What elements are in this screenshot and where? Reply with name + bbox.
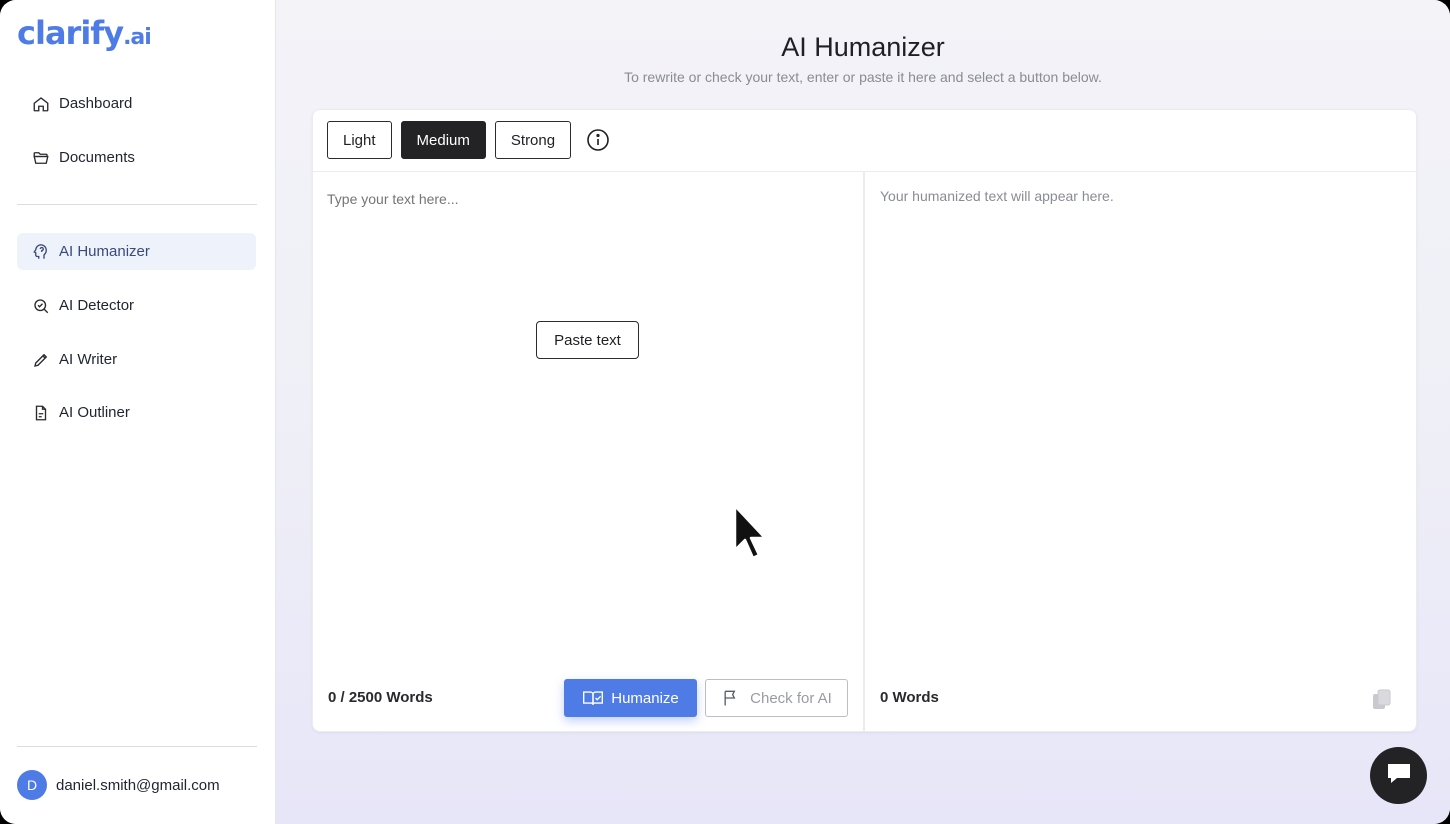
mode-strong-button[interactable]: Strong [494, 121, 572, 159]
logo-text: clarify [17, 14, 124, 52]
logo[interactable]: clarify.ai [17, 14, 152, 52]
sidebar: clarify.ai Dashboard Documents AI Humani… [0, 0, 276, 824]
main-content: AI Humanizer To rewrite or check your te… [276, 0, 1450, 824]
home-icon [32, 95, 50, 113]
copy-icon[interactable] [1371, 688, 1393, 712]
pencil-icon [32, 351, 50, 369]
brain-icon [32, 243, 50, 261]
sidebar-divider [17, 746, 257, 747]
sidebar-item-label: AI Writer [59, 351, 118, 368]
sidebar-item-ai-detector[interactable]: AI Detector [17, 287, 256, 324]
folder-icon [32, 149, 50, 167]
app-window: clarify.ai Dashboard Documents AI Humani… [0, 0, 1450, 824]
sidebar-divider [17, 204, 257, 205]
sidebar-item-dashboard[interactable]: Dashboard [17, 85, 256, 122]
book-check-icon [582, 689, 604, 707]
sidebar-item-label: AI Outliner [59, 404, 130, 421]
search-check-icon [32, 297, 50, 315]
avatar: D [17, 770, 47, 800]
sidebar-item-label: Documents [59, 149, 135, 166]
humanizer-card: Light Medium Strong Paste text 0 / 2500 … [312, 109, 1417, 732]
sidebar-item-documents[interactable]: Documents [17, 139, 256, 176]
page-subtitle: To rewrite or check your text, enter or … [624, 69, 1102, 85]
user-account[interactable]: D daniel.smith@gmail.com [17, 770, 220, 800]
sidebar-item-label: AI Humanizer [59, 243, 150, 260]
check-for-ai-label: Check for AI [750, 689, 832, 707]
text-input[interactable] [327, 191, 847, 661]
sidebar-item-label: Dashboard [59, 95, 133, 112]
document-icon [32, 404, 50, 422]
chat-bubble-icon [1385, 761, 1413, 790]
sidebar-item-ai-humanizer[interactable]: AI Humanizer [17, 233, 256, 270]
output-text: Your humanized text will appear here. [880, 188, 1114, 204]
flag-icon [721, 688, 741, 708]
mouse-pointer-icon [733, 504, 769, 562]
sidebar-item-ai-outliner[interactable]: AI Outliner [17, 394, 256, 431]
page-title: AI Humanizer [781, 32, 945, 62]
humanize-button[interactable]: Humanize [564, 679, 697, 717]
user-email: daniel.smith@gmail.com [56, 776, 220, 794]
sidebar-item-label: AI Detector [59, 297, 135, 314]
mode-medium-button[interactable]: Medium [400, 121, 486, 159]
check-for-ai-button[interactable]: Check for AI [705, 679, 848, 717]
paste-text-button[interactable]: Paste text [536, 321, 639, 359]
mode-light-button[interactable]: Light [327, 121, 392, 159]
sidebar-item-ai-writer[interactable]: AI Writer [17, 341, 256, 378]
humanize-label: Humanize [611, 689, 679, 707]
panel-divider [863, 171, 865, 731]
mode-toolbar: Light Medium Strong [327, 121, 610, 159]
output-word-count: 0 Words [880, 689, 939, 706]
info-icon[interactable] [586, 128, 610, 152]
input-word-count: 0 / 2500 Words [328, 689, 433, 706]
logo-suffix: .ai [123, 25, 152, 50]
chat-support-button[interactable] [1370, 747, 1427, 804]
